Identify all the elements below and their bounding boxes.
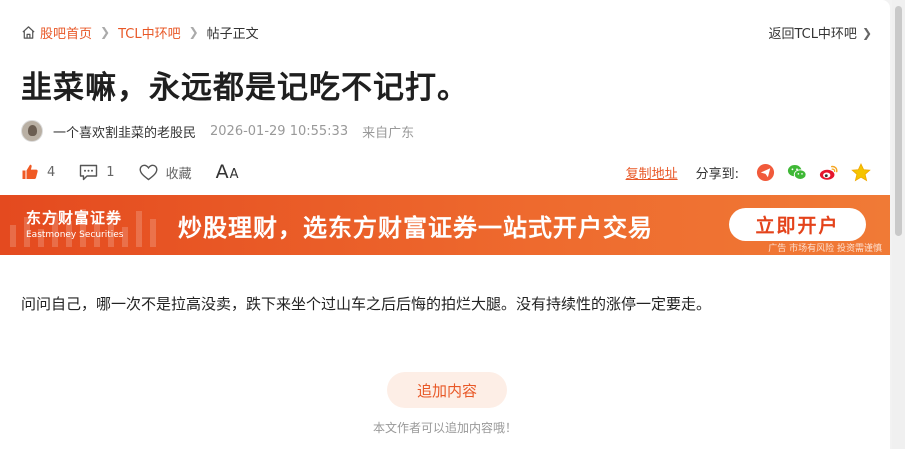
font-size-toggle[interactable]: AA: [216, 161, 239, 183]
star-icon: [851, 162, 871, 181]
comment-icon: [80, 164, 98, 180]
like-count: 4: [47, 164, 56, 180]
comment-count: 1: [106, 164, 115, 180]
scrollbar-thumb[interactable]: [895, 6, 902, 236]
append-hint: 本文作者可以追加内容哦！: [372, 421, 517, 435]
font-size-large-label: A: [215, 161, 229, 183]
favorite-button[interactable]: 收藏: [139, 163, 192, 182]
open-account-button[interactable]: 立即开户: [729, 208, 866, 241]
breadcrumb-forum-link[interactable]: TCL中环吧: [118, 23, 181, 42]
back-to-forum-link[interactable]: 返回TCL中环吧 ❯: [768, 23, 872, 43]
post-title: 韭菜嘛，永远都是记吃不记打。: [21, 70, 469, 106]
chevron-right-icon: ❯: [100, 25, 111, 39]
breadcrumb-current: 帖子正文: [206, 26, 259, 42]
action-bar: 4 1 收藏 AA 复制地址 分享到:: [21, 160, 871, 184]
brand-logo: 东方财富证券 Eastmoney Securities: [26, 207, 123, 240]
chevron-right-icon: ❯: [861, 25, 872, 40]
back-link-label: 返回TCL中环吧: [768, 27, 857, 42]
post-body: 问问自己，哪一次不是拉高没卖，跌下来坐个过山车之后后悔的拍烂大腿。没有持续性的涨…: [21, 295, 712, 313]
ad-disclaimer: 广告 市场有风险 投资需谨慎: [768, 244, 882, 254]
favorite-label: 收藏: [165, 166, 192, 182]
share-circle-button[interactable]: [755, 162, 775, 182]
copy-link-button[interactable]: 复制地址: [626, 163, 678, 182]
post-location: 来自广东: [362, 125, 415, 141]
heart-icon: [139, 164, 158, 180]
thumbs-up-icon: [22, 164, 38, 179]
share-wechat-button[interactable]: [787, 162, 807, 182]
scrollbar[interactable]: [892, 0, 905, 449]
post-card: 股吧首页 ❯ TCL中环吧 ❯ 帖子正文 返回TCL中环吧 ❯ 韭菜嘛，永远都是…: [0, 0, 890, 449]
author-name[interactable]: 一个喜欢割韭菜的老股民: [53, 122, 196, 141]
brand-name-cn: 东方财富证券: [26, 209, 123, 227]
weibo-icon: [819, 165, 838, 180]
font-size-small-label: A: [229, 167, 239, 182]
share-area: 复制地址 分享到:: [626, 162, 871, 182]
chevron-right-icon: ❯: [188, 25, 199, 39]
post-time: 2026-01-29 10:55:33: [210, 123, 349, 139]
share-label: 分享到:: [695, 166, 739, 182]
home-icon: [22, 25, 35, 39]
comment-button[interactable]: 1: [79, 164, 115, 181]
brand-name-en: Eastmoney Securities: [26, 230, 124, 240]
like-button[interactable]: 4: [21, 163, 55, 181]
paper-plane-icon: [756, 163, 774, 181]
wechat-icon: [787, 164, 807, 180]
ad-banner[interactable]: 东方财富证券 Eastmoney Securities 炒股理财，选东方财富证券…: [0, 195, 890, 255]
avatar[interactable]: [21, 120, 43, 142]
share-qzone-button[interactable]: [851, 162, 871, 182]
post-meta: 一个喜欢割韭菜的老股民 2026-01-29 10:55:33 来自广东: [21, 120, 414, 142]
breadcrumb-home-link[interactable]: 股吧首页: [40, 23, 92, 42]
append-content-button[interactable]: 追加内容: [387, 372, 507, 408]
share-weibo-button[interactable]: [819, 162, 839, 182]
breadcrumb: 股吧首页 ❯ TCL中环吧 ❯ 帖子正文: [21, 23, 259, 42]
banner-slogan: 炒股理财，选东方财富证券一站式开户交易: [178, 214, 653, 242]
